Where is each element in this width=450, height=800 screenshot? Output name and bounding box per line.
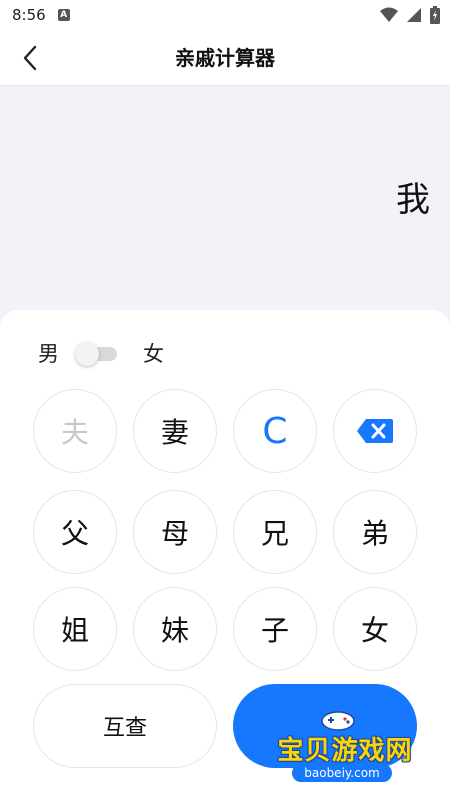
key-father[interactable]: 父 xyxy=(33,490,117,574)
backspace-button[interactable] xyxy=(333,389,417,473)
result-display: 我 xyxy=(0,86,450,310)
key-younger-sister[interactable]: 妹 xyxy=(133,587,217,671)
status-time: 8:56 xyxy=(12,6,46,24)
key-elder-sister[interactable]: 姐 xyxy=(33,587,117,671)
toggle-knob xyxy=(75,342,99,366)
status-icons xyxy=(380,6,440,24)
wifi-icon xyxy=(380,7,398,22)
key-younger-brother[interactable]: 弟 xyxy=(333,490,417,574)
backspace-icon xyxy=(357,419,393,443)
app-bar: 亲戚计算器 xyxy=(0,30,450,86)
gender-switch-row: 男 女 xyxy=(38,338,164,368)
signal-icon xyxy=(407,8,421,22)
gender-female-label: 女 xyxy=(143,342,164,366)
clear-button[interactable]: C xyxy=(233,389,317,473)
page-title: 亲戚计算器 xyxy=(175,46,275,70)
key-husband[interactable]: 夫 xyxy=(33,389,117,473)
equals-button[interactable] xyxy=(233,684,417,768)
back-button[interactable] xyxy=(12,40,48,76)
key-elder-brother[interactable]: 兄 xyxy=(233,490,317,574)
battery-icon xyxy=(430,6,440,24)
gender-toggle[interactable] xyxy=(75,342,119,366)
chevron-left-icon xyxy=(23,45,37,71)
mutual-check-button[interactable]: 互查 xyxy=(33,684,217,768)
gender-male-label: 男 xyxy=(38,342,59,366)
notification-icon: A xyxy=(57,9,70,21)
key-wife[interactable]: 妻 xyxy=(133,389,217,473)
key-son[interactable]: 子 xyxy=(233,587,317,671)
key-daughter[interactable]: 女 xyxy=(333,587,417,671)
key-mother[interactable]: 母 xyxy=(133,490,217,574)
status-bar: 8:56 A xyxy=(0,0,450,30)
display-value: 我 xyxy=(396,180,430,220)
